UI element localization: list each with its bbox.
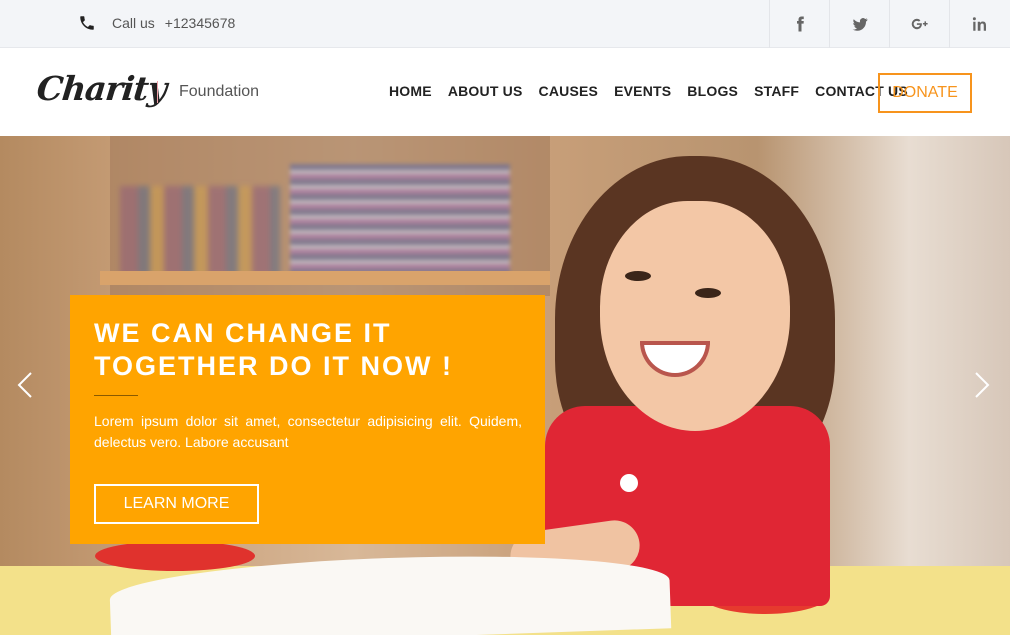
- caption-divider: [94, 395, 138, 396]
- hero-photo-face: [600, 201, 790, 431]
- facebook-icon[interactable]: [769, 0, 829, 48]
- twitter-icon[interactable]: [829, 0, 889, 48]
- donate-button[interactable]: DONATE: [878, 73, 972, 113]
- logo[interactable]: Charity: [35, 69, 168, 108]
- nav-staff[interactable]: STAFF: [754, 83, 799, 99]
- prev-slide-arrow[interactable]: [15, 372, 35, 398]
- nav-blogs[interactable]: BLOGS: [687, 83, 738, 99]
- dress-button: [620, 474, 638, 492]
- top-bar: Call us +12345678: [0, 0, 1010, 48]
- phone-contact: Call us +12345678: [78, 12, 235, 34]
- phone-icon: [80, 16, 94, 30]
- social-links: [769, 0, 1010, 48]
- hero-text: Lorem ipsum dolor sit amet, consectetur …: [94, 413, 522, 450]
- call-label: Call us: [112, 15, 155, 31]
- nav-events[interactable]: EVENTS: [614, 83, 671, 99]
- next-slide-arrow[interactable]: [972, 372, 992, 398]
- tagline: Foundation: [179, 83, 260, 100]
- site-header: Charity Foundation HOME ABOUT US CAUSES …: [0, 49, 1010, 136]
- hero-title: WE CAN CHANGE IT TOGETHER DO IT NOW !: [94, 318, 453, 381]
- hero-photo-eye: [695, 288, 721, 298]
- learn-more-button[interactable]: LEARN MORE: [94, 484, 259, 524]
- linkedin-icon[interactable]: [949, 0, 1010, 48]
- hero-background-books: [120, 186, 280, 276]
- google-plus-icon[interactable]: [889, 0, 949, 48]
- main-nav: HOME ABOUT US CAUSES EVENTS BLOGS STAFF …: [389, 83, 924, 99]
- phone-number[interactable]: +12345678: [165, 15, 235, 31]
- hero-background-books: [290, 164, 510, 274]
- nav-home[interactable]: HOME: [389, 83, 432, 99]
- nav-causes[interactable]: CAUSES: [539, 83, 599, 99]
- hero-caption-box: WE CAN CHANGE IT TOGETHER DO IT NOW ! Lo…: [70, 295, 545, 544]
- hero-photo-eye: [625, 271, 651, 281]
- logo-divider: [157, 81, 158, 103]
- hero-background-shelf: [100, 271, 550, 285]
- nav-about-us[interactable]: ABOUT US: [448, 83, 523, 99]
- hero-bowl: [95, 541, 255, 571]
